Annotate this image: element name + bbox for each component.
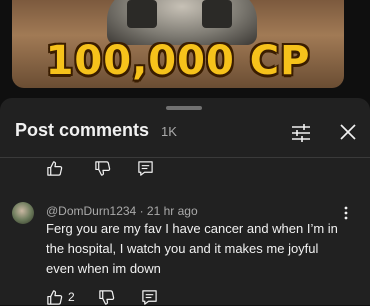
thumbs-up-icon[interactable] xyxy=(46,160,63,177)
thumbnail-overlay-text: 100,000 CP xyxy=(45,38,311,84)
comment-text: Ferg you are my fav I have cancer and wh… xyxy=(46,221,338,276)
drag-handle[interactable] xyxy=(166,106,202,110)
panel-title: Post comments xyxy=(15,120,150,140)
reply-icon[interactable] xyxy=(137,160,154,177)
prev-comment-actions xyxy=(46,159,154,177)
reply-icon[interactable] xyxy=(141,289,158,306)
meta-separator: · xyxy=(139,204,144,218)
avatar[interactable] xyxy=(12,202,34,224)
video-thumbnail[interactable]: 100,000 CP xyxy=(12,0,344,88)
thumbs-up-icon[interactable] xyxy=(46,289,63,306)
comment-meta: @DomDurn1234 · 21 hr ago xyxy=(46,204,198,218)
comment-count: 1K xyxy=(161,124,177,139)
thumbs-down-icon[interactable] xyxy=(94,160,111,177)
thumbs-down-icon[interactable] xyxy=(98,289,115,306)
like-count: 2 xyxy=(68,290,75,304)
sliders-icon[interactable] xyxy=(290,123,312,143)
comments-sheet: Post comments 1K @DomDurn1234 · 21 hr ag… xyxy=(0,98,370,305)
header-divider xyxy=(0,157,370,158)
comment-author[interactable]: @DomDurn1234 xyxy=(46,204,136,218)
comment-actions: 2 xyxy=(46,288,158,306)
comment-time: 21 hr ago xyxy=(146,204,198,218)
close-icon[interactable] xyxy=(338,122,358,142)
comments-header: Post comments 1K xyxy=(15,120,177,144)
thumbnail-detail xyxy=(127,0,157,28)
thumbnail-detail xyxy=(202,0,232,28)
